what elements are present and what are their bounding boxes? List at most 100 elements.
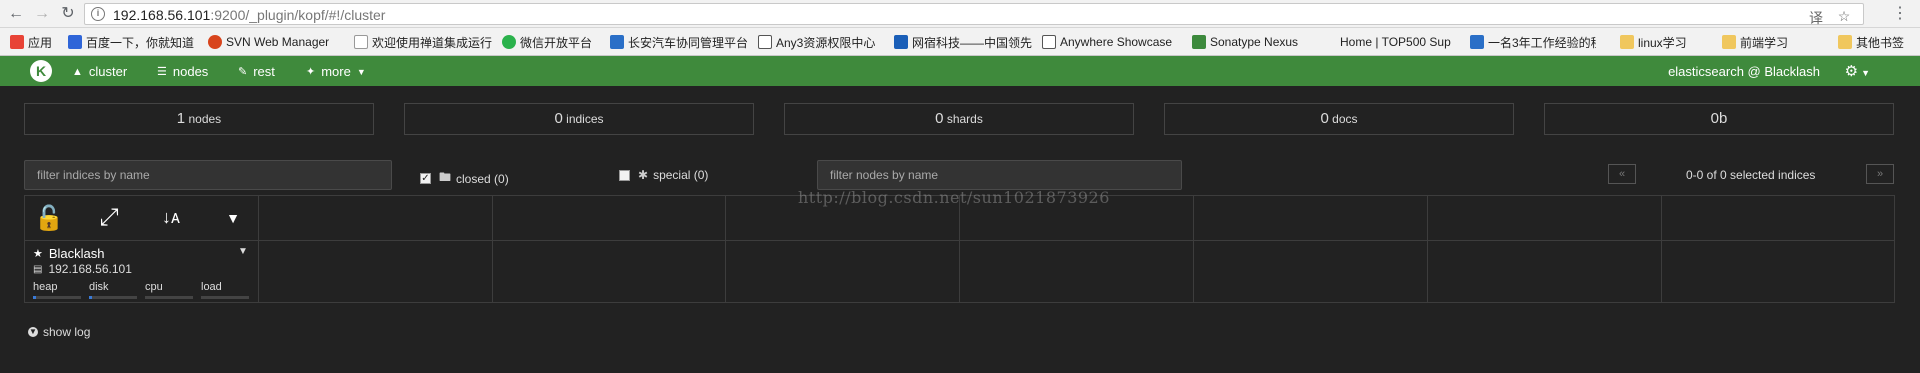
pager-text: 0-0 of 0 selected indices xyxy=(1686,168,1816,182)
nav-rest[interactable]: ✎ rest xyxy=(238,64,275,79)
wrench-icon: ✦ xyxy=(306,66,316,78)
apps-grid-icon xyxy=(10,35,24,49)
url-path: :9200/_plugin/kopf/#!/cluster xyxy=(210,7,386,23)
url-text[interactable]: 192.168.56.101:9200/_plugin/kopf/#!/clus… xyxy=(113,7,385,23)
nav-cluster[interactable]: ▲ cluster xyxy=(72,64,127,79)
browser-toolbar: ← → ↻ i 192.168.56.101:9200/_plugin/kopf… xyxy=(0,0,1920,28)
nav-nodes[interactable]: ☰ nodes xyxy=(157,64,208,79)
back-arrow-icon[interactable]: ← xyxy=(6,4,26,24)
nav-rest-label: rest xyxy=(253,64,275,79)
nav-nodes-label: nodes xyxy=(172,64,209,79)
metric-cpu-bar xyxy=(145,296,193,299)
anywhere-icon xyxy=(1042,35,1056,49)
stat-docs: 0 docs xyxy=(1164,103,1514,135)
bookmark-item[interactable]: 长安汽车协同管理平台 xyxy=(610,34,750,50)
list-icon: ☰ xyxy=(157,66,167,78)
grid-divider xyxy=(1193,196,1194,302)
sitemap-icon: ▲ xyxy=(72,65,83,78)
chevron-down-circle-icon: ▼ xyxy=(28,327,38,337)
filter-nodes-input[interactable]: filter nodes by name xyxy=(817,160,1182,190)
sort-alpha-icon[interactable]: ↓ᴀ xyxy=(153,207,189,228)
grid-divider xyxy=(25,240,1894,241)
paw-icon xyxy=(68,35,82,49)
forward-arrow-icon[interactable]: → xyxy=(32,4,52,24)
cluster-name: elasticsearch @ Blacklash xyxy=(1668,64,1820,79)
node-caret-icon[interactable]: ▼ xyxy=(238,246,248,257)
star-icon[interactable]: ☆ xyxy=(1835,8,1853,25)
nav-more-dropdown[interactable]: ✦ more ▼ xyxy=(306,64,366,79)
caret-down-icon: ▼ xyxy=(1861,68,1870,78)
bookmarks-bar: 应用 百度一下，你就知道 SVN Web Manager 欢迎使用禅道集成运行 … xyxy=(0,28,1920,56)
grid-divider xyxy=(1427,196,1428,302)
stat-value: 0 xyxy=(1320,110,1329,127)
svn-icon xyxy=(208,35,222,49)
bookmark-apps[interactable]: 应用 xyxy=(10,34,52,50)
checkbox-unchecked[interactable] xyxy=(619,169,630,181)
show-log-toggle[interactable]: ▼ show log xyxy=(28,325,90,339)
watermark: http://blog.csdn.net/sun1021873926 xyxy=(798,188,1110,207)
special-checkbox[interactable]: ✱ special (0) xyxy=(619,168,708,182)
bookmark-item[interactable]: Home | TOP500 Sup xyxy=(1322,34,1458,50)
folder-icon: 🖿 xyxy=(439,170,452,184)
unlock-icon[interactable]: 🔓 xyxy=(31,204,67,233)
address-bar[interactable]: i 192.168.56.101:9200/_plugin/kopf/#!/cl… xyxy=(84,3,1864,28)
kopf-logo[interactable]: K xyxy=(30,60,52,82)
special-label: special (0) xyxy=(653,168,709,182)
bookmark-item[interactable]: 微信开放平台 xyxy=(502,34,604,50)
bookmark-label: 欢迎使用禅道集成运行 xyxy=(372,35,493,50)
bookmark-item[interactable]: 网宿科技——中国领先 xyxy=(894,34,1032,50)
bookmark-label: linux学习 xyxy=(1638,35,1687,50)
hdd-icon: ▤ xyxy=(33,263,43,275)
stat-value: 0 xyxy=(554,110,563,127)
grid-divider xyxy=(1661,196,1662,302)
bookmark-item[interactable]: Sonatype Nexus xyxy=(1192,34,1316,50)
menu-dots-icon[interactable]: ⋮ xyxy=(1890,4,1910,24)
bookmark-item[interactable]: 一名3年工作经验的程 xyxy=(1470,34,1596,50)
caret-down-icon[interactable]: ▼ xyxy=(215,210,251,226)
bookmark-label: Sonatype Nexus xyxy=(1210,35,1299,49)
bookmark-label: 长安汽车协同管理平台 xyxy=(628,35,749,50)
closed-checkbox[interactable]: ✓ 🖿 closed (0) xyxy=(420,168,509,189)
cluster-overview-grid: 🔓 ⤢ ↓ᴀ ▼ ★ Blacklash ▼ ▤ 192.168.56.101 he… xyxy=(24,195,1895,303)
reload-icon[interactable]: ↻ xyxy=(58,4,78,24)
node-name[interactable]: ★ Blacklash xyxy=(33,246,105,261)
top500-icon xyxy=(1322,35,1336,49)
grid-divider xyxy=(959,196,960,302)
show-log-label: show log xyxy=(43,325,91,339)
stat-size: 0b xyxy=(1544,103,1894,135)
bookmark-folder[interactable]: 前端学习 xyxy=(1722,34,1804,50)
translate-icon[interactable]: 译 xyxy=(1807,8,1825,28)
bookmark-folder[interactable]: linux学习 xyxy=(1620,34,1706,50)
bookmark-item[interactable]: Any3资源权限中心 xyxy=(758,34,882,50)
gear-icon[interactable]: ⚙ ▼ xyxy=(1845,62,1870,80)
kopf-navbar: K ▲ cluster ☰ nodes ✎ rest ✦ more ▼ elasticse… xyxy=(0,56,1920,86)
site-info-icon[interactable]: i xyxy=(91,7,105,21)
bookmark-label: 百度一下，你就知道 xyxy=(86,35,195,50)
filter-indices-input[interactable]: filter indices by name xyxy=(24,160,392,190)
bookmark-folder[interactable]: 其他书签 xyxy=(1838,34,1918,50)
blog-icon xyxy=(1470,35,1484,49)
folder-icon xyxy=(1722,35,1736,49)
bookmark-label: Any3资源权限中心 xyxy=(776,35,876,50)
stat-shards: 0 shards xyxy=(784,103,1134,135)
expand-icon[interactable]: ⤢ xyxy=(91,204,127,232)
bookmark-item[interactable]: 百度一下，你就知道 xyxy=(68,34,196,50)
metric-disk-label: disk xyxy=(89,281,109,293)
url-host: 192.168.56.101 xyxy=(113,7,211,23)
pager-next-button[interactable]: » xyxy=(1866,164,1894,184)
stat-label: shards xyxy=(946,112,983,126)
nav-more-label: more xyxy=(321,64,351,79)
stat-label: docs xyxy=(1332,112,1358,126)
bookmark-label: 应用 xyxy=(28,35,53,50)
bookmark-item[interactable]: 欢迎使用禅道集成运行 xyxy=(354,34,498,50)
pager-prev-button[interactable]: « xyxy=(1608,164,1636,184)
stat-label: nodes xyxy=(188,112,222,126)
bookmark-item[interactable]: SVN Web Manager xyxy=(208,34,344,50)
stat-nodes: 1 nodes xyxy=(24,103,374,135)
checkbox-checked[interactable]: ✓ xyxy=(420,173,431,184)
bookmark-item[interactable]: Anywhere Showcase xyxy=(1042,34,1180,50)
chinanetcenter-icon xyxy=(894,35,908,49)
page-icon xyxy=(354,35,368,49)
grid-divider xyxy=(492,196,493,302)
bookmark-label: 网宿科技——中国领先 xyxy=(912,35,1032,50)
